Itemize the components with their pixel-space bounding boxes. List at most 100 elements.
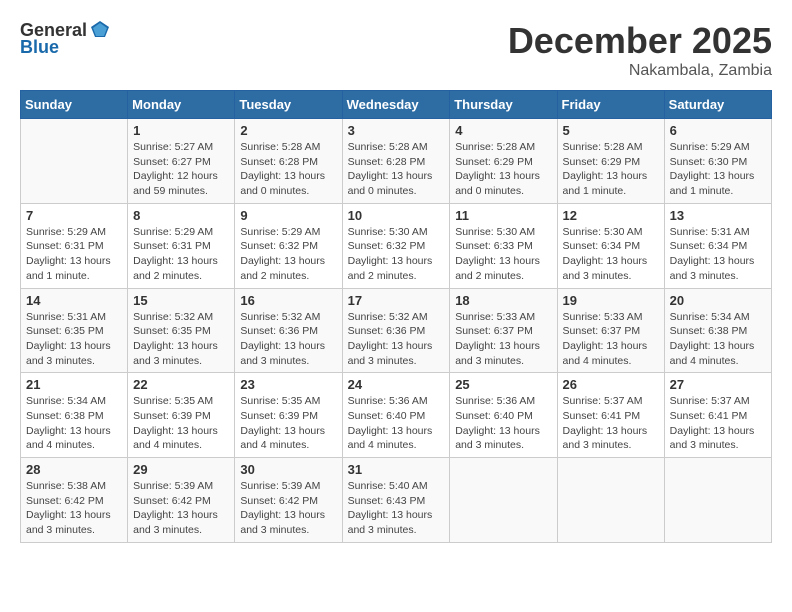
day-number: 24: [348, 377, 445, 392]
logo: General Blue: [20, 20, 111, 58]
table-row: 31 Sunrise: 5:40 AMSunset: 6:43 PMDayligh…: [342, 458, 450, 543]
cell-content: Sunrise: 5:30 AMSunset: 6:32 PMDaylight:…: [348, 225, 445, 284]
table-row: [21, 119, 128, 204]
cell-content: Sunrise: 5:30 AMSunset: 6:34 PMDaylight:…: [563, 225, 659, 284]
cell-content: Sunrise: 5:29 AMSunset: 6:31 PMDaylight:…: [133, 225, 229, 284]
table-row: 6 Sunrise: 5:29 AMSunset: 6:30 PMDaylight…: [664, 119, 771, 204]
day-number: 8: [133, 208, 229, 223]
day-number: 17: [348, 293, 445, 308]
logo-blue: Blue: [20, 37, 59, 58]
cell-content: Sunrise: 5:29 AMSunset: 6:30 PMDaylight:…: [670, 140, 766, 199]
table-row: 16Sunrise: 5:32 AMSunset: 6:36 PMDayligh…: [235, 288, 342, 373]
table-row: 20 Sunrise: 5:34 AMSunset: 6:38 PMDayligh…: [664, 288, 771, 373]
table-row: 28 Sunrise: 5:38 AMSunset: 6:42 PMDayligh…: [21, 458, 128, 543]
day-number: 15: [133, 293, 229, 308]
table-row: [557, 458, 664, 543]
cell-content: Sunrise: 5:33 AMSunset: 6:37 PMDaylight:…: [563, 310, 659, 369]
day-number: 31: [348, 462, 445, 477]
table-row: 18 Sunrise: 5:33 AMSunset: 6:37 PMDayligh…: [450, 288, 557, 373]
calendar-header-row: SundayMondayTuesdayWednesdayThursdayFrid…: [21, 91, 772, 119]
table-row: 2Sunrise: 5:28 AMSunset: 6:28 PMDaylight…: [235, 119, 342, 204]
day-number: 21: [26, 377, 122, 392]
day-number: 12: [563, 208, 659, 223]
day-number: 27: [670, 377, 766, 392]
day-number: 3: [348, 123, 445, 138]
day-number: 29: [133, 462, 229, 477]
day-number: 14: [26, 293, 122, 308]
table-row: 30 Sunrise: 5:39 AMSunset: 6:42 PMDayligh…: [235, 458, 342, 543]
table-row: 12 Sunrise: 5:30 AMSunset: 6:34 PMDayligh…: [557, 203, 664, 288]
day-number: 19: [563, 293, 659, 308]
calendar-header-monday: Monday: [128, 91, 235, 119]
table-row: 23Sunrise: 5:35 AMSunset: 6:39 PMDayligh…: [235, 373, 342, 458]
day-number: 6: [670, 123, 766, 138]
calendar-header-wednesday: Wednesday: [342, 91, 450, 119]
cell-content: Sunrise: 5:36 AMSunset: 6:40 PMDaylight:…: [348, 394, 445, 453]
logo-flag-icon: [89, 19, 111, 41]
day-number: 10: [348, 208, 445, 223]
calendar-header-saturday: Saturday: [664, 91, 771, 119]
table-row: 25Sunrise: 5:36 AMSunset: 6:40 PMDayligh…: [450, 373, 557, 458]
day-number: 4: [455, 123, 551, 138]
cell-content: Sunrise: 5:31 AMSunset: 6:34 PMDaylight:…: [670, 225, 766, 284]
table-row: 1 Sunrise: 5:27 AMSunset: 6:27 PMDaylight…: [128, 119, 235, 204]
table-row: 13Sunrise: 5:31 AMSunset: 6:34 PMDayligh…: [664, 203, 771, 288]
table-row: 3 Sunrise: 5:28 AMSunset: 6:28 PMDaylight…: [342, 119, 450, 204]
cell-content: Sunrise: 5:37 AMSunset: 6:41 PMDaylight:…: [563, 394, 659, 453]
cell-content: Sunrise: 5:35 AMSunset: 6:39 PMDaylight:…: [133, 394, 229, 453]
table-row: 21Sunrise: 5:34 AMSunset: 6:38 PMDayligh…: [21, 373, 128, 458]
table-row: 29Sunrise: 5:39 AMSunset: 6:42 PMDayligh…: [128, 458, 235, 543]
day-number: 22: [133, 377, 229, 392]
table-row: 9Sunrise: 5:29 AMSunset: 6:32 PMDaylight…: [235, 203, 342, 288]
location-title: Nakambala, Zambia: [508, 62, 772, 80]
day-number: 26: [563, 377, 659, 392]
header: General Blue December 2025 Nakambala, Za…: [20, 20, 772, 80]
table-row: 19 Sunrise: 5:33 AMSunset: 6:37 PMDayligh…: [557, 288, 664, 373]
cell-content: Sunrise: 5:27 AMSunset: 6:27 PMDaylight:…: [133, 140, 229, 199]
day-number: 23: [240, 377, 336, 392]
cell-content: Sunrise: 5:29 AMSunset: 6:31 PMDaylight:…: [26, 225, 122, 284]
table-row: 4 Sunrise: 5:28 AMSunset: 6:29 PMDaylight…: [450, 119, 557, 204]
table-row: 22 Sunrise: 5:35 AMSunset: 6:39 PMDayligh…: [128, 373, 235, 458]
title-area: December 2025 Nakambala, Zambia: [508, 20, 772, 80]
cell-content: Sunrise: 5:33 AMSunset: 6:37 PMDaylight:…: [455, 310, 551, 369]
day-number: 18: [455, 293, 551, 308]
table-row: 15 Sunrise: 5:32 AMSunset: 6:35 PMDayligh…: [128, 288, 235, 373]
day-number: 28: [26, 462, 122, 477]
cell-content: Sunrise: 5:37 AMSunset: 6:41 PMDaylight:…: [670, 394, 766, 453]
calendar-week-row: 14Sunrise: 5:31 AMSunset: 6:35 PMDayligh…: [21, 288, 772, 373]
calendar: SundayMondayTuesdayWednesdayThursdayFrid…: [20, 90, 772, 543]
day-number: 30: [240, 462, 336, 477]
cell-content: Sunrise: 5:28 AMSunset: 6:28 PMDaylight:…: [348, 140, 445, 199]
cell-content: Sunrise: 5:34 AMSunset: 6:38 PMDaylight:…: [670, 310, 766, 369]
cell-content: Sunrise: 5:28 AMSunset: 6:29 PMDaylight:…: [455, 140, 551, 199]
calendar-header-sunday: Sunday: [21, 91, 128, 119]
table-row: 11 Sunrise: 5:30 AMSunset: 6:33 PMDayligh…: [450, 203, 557, 288]
day-number: 1: [133, 123, 229, 138]
cell-content: Sunrise: 5:39 AMSunset: 6:42 PMDaylight:…: [240, 479, 336, 538]
day-number: 9: [240, 208, 336, 223]
cell-content: Sunrise: 5:32 AMSunset: 6:35 PMDaylight:…: [133, 310, 229, 369]
calendar-header-friday: Friday: [557, 91, 664, 119]
cell-content: Sunrise: 5:36 AMSunset: 6:40 PMDaylight:…: [455, 394, 551, 453]
cell-content: Sunrise: 5:28 AMSunset: 6:28 PMDaylight:…: [240, 140, 336, 199]
cell-content: Sunrise: 5:38 AMSunset: 6:42 PMDaylight:…: [26, 479, 122, 538]
table-row: [664, 458, 771, 543]
cell-content: Sunrise: 5:32 AMSunset: 6:36 PMDaylight:…: [240, 310, 336, 369]
cell-content: Sunrise: 5:28 AMSunset: 6:29 PMDaylight:…: [563, 140, 659, 199]
table-row: 26 Sunrise: 5:37 AMSunset: 6:41 PMDayligh…: [557, 373, 664, 458]
table-row: 7Sunrise: 5:29 AMSunset: 6:31 PMDaylight…: [21, 203, 128, 288]
table-row: 17 Sunrise: 5:32 AMSunset: 6:36 PMDayligh…: [342, 288, 450, 373]
table-row: [450, 458, 557, 543]
calendar-week-row: 1 Sunrise: 5:27 AMSunset: 6:27 PMDaylight…: [21, 119, 772, 204]
day-number: 20: [670, 293, 766, 308]
day-number: 11: [455, 208, 551, 223]
table-row: 10 Sunrise: 5:30 AMSunset: 6:32 PMDayligh…: [342, 203, 450, 288]
calendar-week-row: 28 Sunrise: 5:38 AMSunset: 6:42 PMDayligh…: [21, 458, 772, 543]
calendar-header-thursday: Thursday: [450, 91, 557, 119]
table-row: 14Sunrise: 5:31 AMSunset: 6:35 PMDayligh…: [21, 288, 128, 373]
cell-content: Sunrise: 5:40 AMSunset: 6:43 PMDaylight:…: [348, 479, 445, 538]
cell-content: Sunrise: 5:30 AMSunset: 6:33 PMDaylight:…: [455, 225, 551, 284]
cell-content: Sunrise: 5:32 AMSunset: 6:36 PMDaylight:…: [348, 310, 445, 369]
table-row: 24 Sunrise: 5:36 AMSunset: 6:40 PMDayligh…: [342, 373, 450, 458]
